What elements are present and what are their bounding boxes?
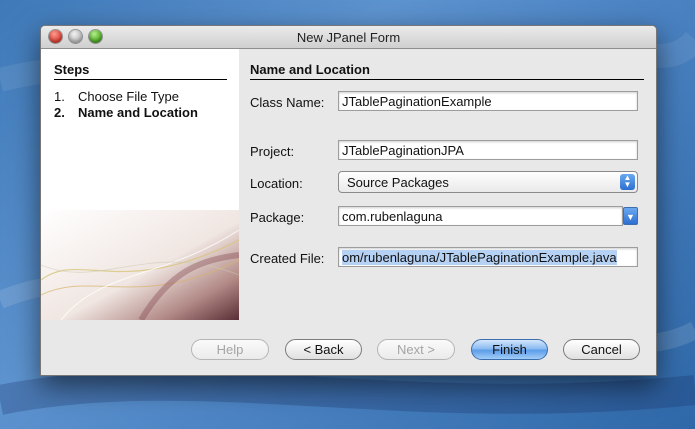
- step-label: Choose File Type: [78, 89, 179, 104]
- created-file-value: om/rubenlaguna/JTablePaginationExample.j…: [342, 250, 617, 265]
- project-field[interactable]: JTablePaginationJPA: [338, 140, 638, 160]
- steps-panel: Steps 1. Choose File Type 2. Name and Loca…: [41, 49, 239, 320]
- cancel-button[interactable]: Cancel: [563, 339, 640, 360]
- step-item-name-and-location: 2. Name and Location: [54, 105, 198, 120]
- step-number: 1.: [54, 89, 65, 104]
- package-label: Package:: [250, 210, 305, 225]
- step-number: 2.: [54, 105, 65, 120]
- steps-header: Steps: [54, 62, 227, 80]
- finish-button[interactable]: Finish: [471, 339, 548, 360]
- section-header: Name and Location: [250, 62, 644, 80]
- title-bar[interactable]: New JPanel Form: [41, 26, 656, 49]
- location-dropdown[interactable]: Source Packages ▲ ▼: [338, 171, 638, 193]
- created-file-label: Created File:: [250, 251, 325, 266]
- class-name-field[interactable]: JTablePaginationExample: [338, 91, 638, 111]
- step-item-choose-file-type: 1. Choose File Type: [54, 89, 179, 104]
- step-label: Name and Location: [78, 105, 198, 120]
- wizard-decoration-image: [41, 210, 239, 320]
- class-name-label: Class Name:: [250, 95, 325, 110]
- next-button[interactable]: Next >: [377, 339, 455, 360]
- dialog-window: New JPanel Form Steps 1. Choose File Type: [40, 25, 657, 376]
- project-label: Project:: [250, 144, 295, 159]
- back-button[interactable]: < Back: [285, 339, 362, 360]
- chevron-down-icon[interactable]: ▼: [623, 207, 638, 225]
- package-combo-input[interactable]: com.rubenlaguna: [338, 206, 623, 226]
- up-down-arrows-icon: ▲ ▼: [620, 174, 635, 190]
- location-label: Location:: [250, 176, 303, 191]
- help-button[interactable]: Help: [191, 339, 269, 360]
- created-file-field[interactable]: om/rubenlaguna/JTablePaginationExample.j…: [338, 247, 638, 267]
- location-value: Source Packages: [347, 175, 449, 190]
- window-title: New JPanel Form: [296, 30, 401, 45]
